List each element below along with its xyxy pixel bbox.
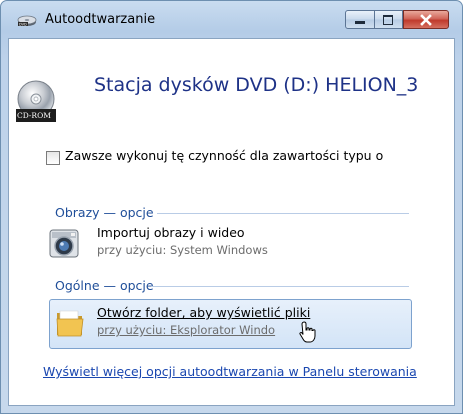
maximize-icon xyxy=(383,15,393,25)
section-heading-general: Ogólne — opcje xyxy=(55,278,154,293)
autoplay-window: DVD Autoodtwarzanie CD-ROM Stacja dysków… xyxy=(0,0,463,414)
open-folder-subtitle: przy użyciu: Eksplorator Windo xyxy=(97,323,276,337)
hand-cursor-icon xyxy=(299,321,316,343)
title-bar[interactable]: DVD Autoodtwarzanie xyxy=(1,1,462,39)
svg-text:DVD: DVD xyxy=(19,23,27,27)
always-do-checkbox[interactable] xyxy=(46,151,60,165)
minimize-button[interactable] xyxy=(345,10,375,29)
import-pictures-subtitle: przy użyciu: System Windows xyxy=(97,243,268,257)
cd-rom-badge: CD-ROM xyxy=(17,111,51,120)
always-do-label[interactable]: Zawsze wykonuj tę czynność dla zawartośc… xyxy=(65,148,383,163)
more-autoplay-options-link[interactable]: Wyświetl więcej opcji autoodtwarzania w … xyxy=(43,362,423,381)
open-folder-title[interactable]: Otwórz folder, aby wyświetlić pliki xyxy=(97,305,310,320)
autoplay-icon: DVD xyxy=(17,15,37,27)
section-divider xyxy=(151,286,409,287)
drive-title: Stacja dysków DVD (D:) HELION_3 xyxy=(94,74,419,96)
autoplay-content: CD-ROM Stacja dysków DVD (D:) HELION_3 Z… xyxy=(8,38,455,406)
camera-icon xyxy=(49,229,79,258)
section-heading-pictures: Obrazy — opcje xyxy=(55,205,154,220)
maximize-button[interactable] xyxy=(375,10,403,29)
import-pictures-title[interactable]: Importuj obrazy i wideo xyxy=(97,225,245,240)
section-divider xyxy=(157,213,409,214)
folder-icon xyxy=(56,310,84,337)
close-button[interactable] xyxy=(403,10,449,29)
close-icon xyxy=(420,14,432,26)
window-title: Autoodtwarzanie xyxy=(45,12,156,27)
minimize-icon xyxy=(355,21,365,24)
